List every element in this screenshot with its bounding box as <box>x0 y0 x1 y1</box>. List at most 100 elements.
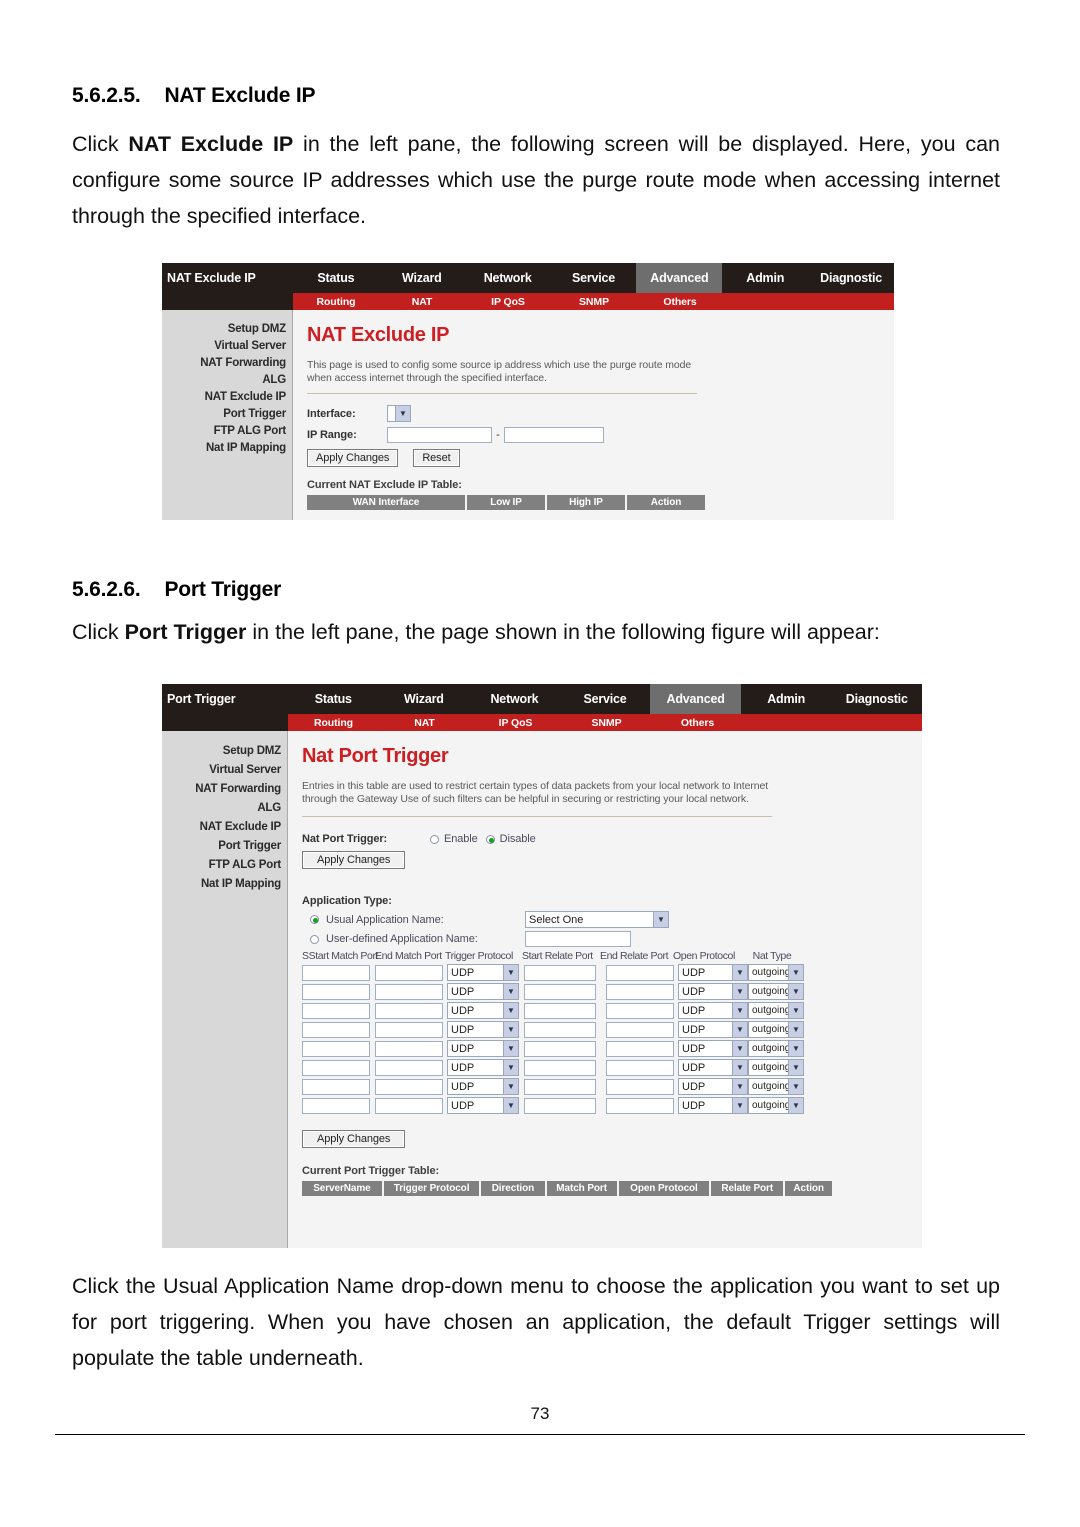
shot2-end-relate-port-input[interactable] <box>606 1002 674 1019</box>
shot2-start-relate-port-input[interactable] <box>524 1097 596 1114</box>
shot2-trigger-protocol-select[interactable]: UDP ▼ <box>447 1059 519 1076</box>
shot2-open-protocol-select[interactable]: UDP ▼ <box>678 983 748 1000</box>
shot2-trigger-protocol-select[interactable]: UDP ▼ <box>447 1097 519 1114</box>
shot2-sidebar-item-nat-ip-mapping[interactable]: Nat IP Mapping <box>162 874 287 893</box>
shot2-start-relate-port-input[interactable] <box>524 983 596 1000</box>
shot2-start-match-port-input[interactable] <box>302 983 370 1000</box>
shot1-subnav-routing[interactable]: Routing <box>293 293 379 310</box>
shot1-sidebar-item-nat-exclude-ip[interactable]: NAT Exclude IP <box>162 388 292 405</box>
shot2-user-defined-radio[interactable] <box>310 934 319 944</box>
shot1-sidebar-item-virtual-server[interactable]: Virtual Server <box>162 337 292 354</box>
shot2-end-match-port-input[interactable] <box>375 1097 443 1114</box>
shot2-nav-status[interactable]: Status <box>288 684 379 714</box>
shot2-nat-type-select[interactable]: outgoing ▼ <box>748 1078 804 1095</box>
shot2-open-protocol-select[interactable]: UDP ▼ <box>678 1097 748 1114</box>
shot2-nat-type-select[interactable]: outgoing ▼ <box>748 1059 804 1076</box>
shot2-nav-network[interactable]: Network <box>469 684 560 714</box>
shot2-trigger-protocol-select[interactable]: UDP ▼ <box>447 1002 519 1019</box>
shot2-open-protocol-select[interactable]: UDP ▼ <box>678 1002 748 1019</box>
shot2-end-relate-port-input[interactable] <box>606 1078 674 1095</box>
shot2-end-relate-port-input[interactable] <box>606 964 674 981</box>
shot2-usual-app-select[interactable]: Select One ▼ <box>525 911 669 928</box>
shot2-end-relate-port-input[interactable] <box>606 1021 674 1038</box>
shot2-start-match-port-input[interactable] <box>302 1040 370 1057</box>
shot2-end-match-port-input[interactable] <box>375 1059 443 1076</box>
shot2-end-match-port-input[interactable] <box>375 1021 443 1038</box>
shot2-start-match-port-input[interactable] <box>302 1021 370 1038</box>
shot2-open-protocol-select[interactable]: UDP ▼ <box>678 1021 748 1038</box>
shot2-nat-type-select[interactable]: outgoing ▼ <box>748 1040 804 1057</box>
shot2-sidebar-item-virtual-server[interactable]: Virtual Server <box>162 760 287 779</box>
shot2-start-relate-port-input[interactable] <box>524 1002 596 1019</box>
shot1-sidebar-item-port-trigger[interactable]: Port Trigger <box>162 405 292 422</box>
shot2-open-protocol-select[interactable]: UDP ▼ <box>678 1078 748 1095</box>
shot2-end-relate-port-input[interactable] <box>606 1040 674 1057</box>
shot2-start-relate-port-input[interactable] <box>524 1078 596 1095</box>
shot2-start-match-port-input[interactable] <box>302 1002 370 1019</box>
shot1-subnav-nat[interactable]: NAT <box>379 293 465 310</box>
shot1-reset-button[interactable]: Reset <box>413 449 460 467</box>
shot1-interface-select[interactable]: ▼ <box>387 405 411 422</box>
shot2-nat-type-select[interactable]: outgoing ▼ <box>748 964 804 981</box>
shot2-usual-app-radio[interactable] <box>310 915 319 924</box>
shot2-open-protocol-select[interactable]: UDP ▼ <box>678 1040 748 1057</box>
shot1-nav-admin[interactable]: Admin <box>722 263 808 293</box>
shot2-start-match-port-input[interactable] <box>302 1078 370 1095</box>
shot2-subnav-others[interactable]: Others <box>652 714 743 731</box>
shot2-sidebar-item-alg[interactable]: ALG <box>162 798 287 817</box>
shot2-start-match-port-input[interactable] <box>302 964 370 981</box>
shot2-sidebar-item-nat-exclude-ip[interactable]: NAT Exclude IP <box>162 817 287 836</box>
shot2-nav-advanced[interactable]: Advanced <box>650 684 741 714</box>
shot1-sidebar-item-nat-forwarding[interactable]: NAT Forwarding <box>162 354 292 371</box>
shot2-subnav-nat[interactable]: NAT <box>379 714 470 731</box>
shot1-subnav-ip-qos[interactable]: IP QoS <box>465 293 551 310</box>
shot1-nav-status[interactable]: Status <box>293 263 379 293</box>
shot2-nav-service[interactable]: Service <box>560 684 651 714</box>
shot2-open-protocol-select[interactable]: UDP ▼ <box>678 1059 748 1076</box>
shot2-trigger-protocol-select[interactable]: UDP ▼ <box>447 983 519 1000</box>
shot2-end-relate-port-input[interactable] <box>606 1059 674 1076</box>
shot2-enable-radio[interactable] <box>430 834 439 844</box>
shot1-nav-network[interactable]: Network <box>465 263 551 293</box>
shot2-subnav-snmp[interactable]: SNMP <box>561 714 652 731</box>
shot1-sidebar-item-alg[interactable]: ALG <box>162 371 292 388</box>
shot2-sidebar-item-nat-forwarding[interactable]: NAT Forwarding <box>162 779 287 798</box>
shot2-subnav-ip-qos[interactable]: IP QoS <box>470 714 561 731</box>
shot2-open-protocol-select[interactable]: UDP ▼ <box>678 964 748 981</box>
shot2-trigger-protocol-select[interactable]: UDP ▼ <box>447 1040 519 1057</box>
shot2-trigger-protocol-select[interactable]: UDP ▼ <box>447 964 519 981</box>
shot1-nav-wizard[interactable]: Wizard <box>379 263 465 293</box>
shot2-start-relate-port-input[interactable] <box>524 1040 596 1057</box>
shot2-nav-admin[interactable]: Admin <box>741 684 832 714</box>
shot2-sidebar-item-port-trigger[interactable]: Port Trigger <box>162 836 287 855</box>
shot2-end-relate-port-input[interactable] <box>606 983 674 1000</box>
shot1-subnav-others[interactable]: Others <box>637 293 723 310</box>
shot2-nat-type-select[interactable]: outgoing ▼ <box>748 1097 804 1114</box>
shot2-end-match-port-input[interactable] <box>375 1002 443 1019</box>
shot2-disable-radio[interactable] <box>485 834 495 844</box>
shot2-start-relate-port-input[interactable] <box>524 964 596 981</box>
shot1-nav-service[interactable]: Service <box>551 263 637 293</box>
shot2-apply-changes-top-button[interactable]: Apply Changes <box>302 851 406 869</box>
shot2-trigger-protocol-select[interactable]: UDP ▼ <box>447 1021 519 1038</box>
shot1-apply-changes-button[interactable]: Apply Changes <box>307 449 399 467</box>
shot2-end-match-port-input[interactable] <box>375 964 443 981</box>
shot2-subnav-routing[interactable]: Routing <box>288 714 379 731</box>
shot2-end-relate-port-input[interactable] <box>606 1097 674 1114</box>
shot2-sidebar-item-ftp-alg-port[interactable]: FTP ALG Port <box>162 855 287 874</box>
shot1-sidebar-item-ftp-alg-port[interactable]: FTP ALG Port <box>162 422 292 439</box>
shot2-apply-changes-bottom-button[interactable]: Apply Changes <box>302 1130 406 1148</box>
shot2-start-relate-port-input[interactable] <box>524 1021 596 1038</box>
shot2-end-match-port-input[interactable] <box>375 1040 443 1057</box>
shot1-ip-range-low-input[interactable] <box>387 427 492 443</box>
shot1-nav-diagnostic[interactable]: Diagnostic <box>808 263 894 293</box>
shot1-sidebar-item-setup-dmz[interactable]: Setup DMZ <box>162 320 292 337</box>
shot2-nat-type-select[interactable]: outgoing ▼ <box>748 1002 804 1019</box>
shot1-sidebar-item-nat-ip-mapping[interactable]: Nat IP Mapping <box>162 439 292 456</box>
shot2-end-match-port-input[interactable] <box>375 1078 443 1095</box>
shot1-subnav-snmp[interactable]: SNMP <box>551 293 637 310</box>
shot2-nat-type-select[interactable]: outgoing ▼ <box>748 983 804 1000</box>
shot2-trigger-protocol-select[interactable]: UDP ▼ <box>447 1078 519 1095</box>
shot2-sidebar-item-setup-dmz[interactable]: Setup DMZ <box>162 741 287 760</box>
shot2-nav-diagnostic[interactable]: Diagnostic <box>831 684 922 714</box>
